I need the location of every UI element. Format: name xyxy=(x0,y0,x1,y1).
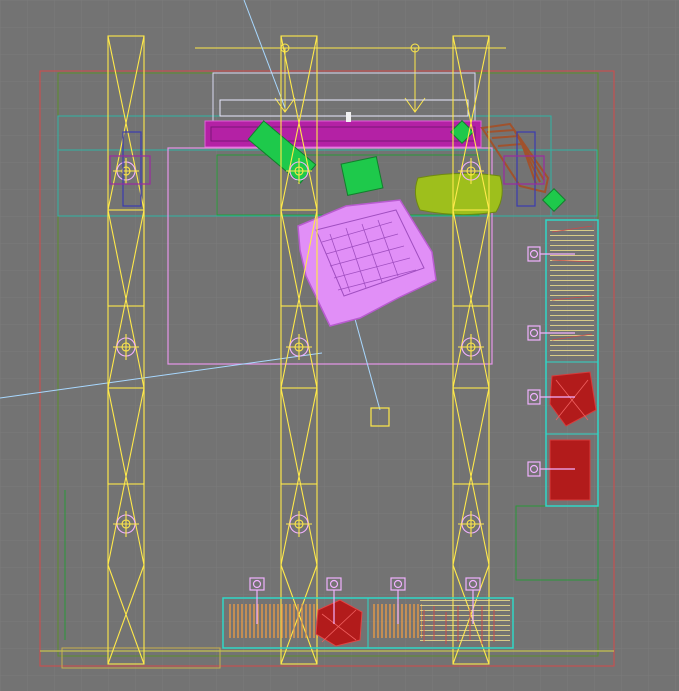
top-viewport[interactable] xyxy=(0,0,679,691)
green-chair-right[interactable] xyxy=(340,156,384,196)
garment-red-bottom[interactable] xyxy=(549,439,591,501)
scene-canvas[interactable] xyxy=(0,0,679,691)
